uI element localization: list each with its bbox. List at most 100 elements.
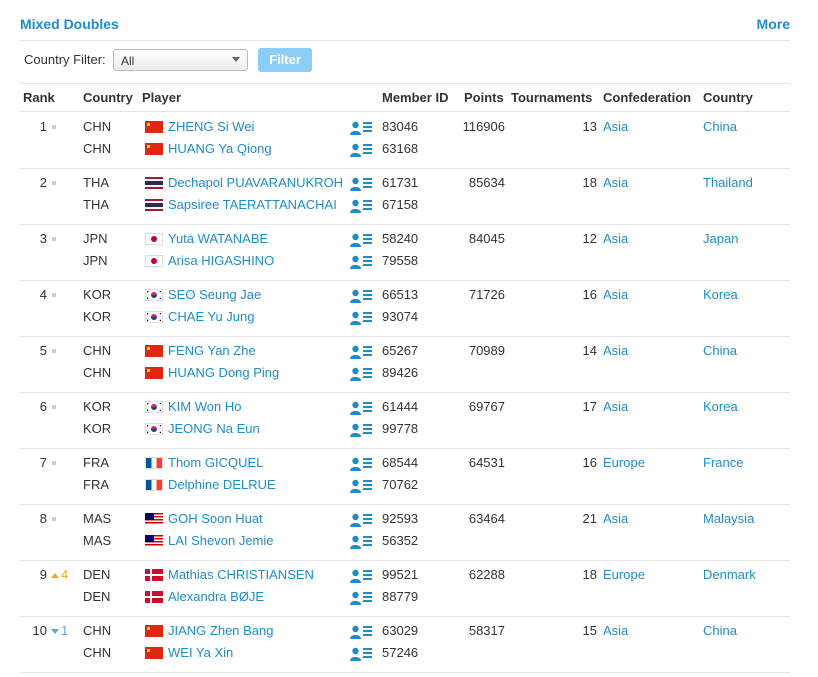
- confederation-link[interactable]: Asia: [603, 231, 628, 246]
- confederation-link[interactable]: Asia: [603, 119, 628, 134]
- filter-bar: Country Filter: All Filter: [20, 40, 790, 84]
- country-code: MAS: [83, 511, 112, 526]
- confederation-link[interactable]: Asia: [603, 287, 628, 302]
- country-link[interactable]: China: [703, 343, 737, 358]
- rank-dot-icon: [52, 349, 56, 353]
- player-name-link[interactable]: KIM Won Ho: [168, 399, 241, 414]
- points-value: 85634: [468, 175, 505, 190]
- confederation-link[interactable]: Asia: [603, 511, 628, 526]
- country-link[interactable]: France: [703, 455, 743, 470]
- player-name-link[interactable]: FENG Yan Zhe: [168, 343, 256, 358]
- filter-button[interactable]: Filter: [258, 48, 312, 72]
- player-name-link[interactable]: Arisa HIGASHINO: [168, 253, 274, 268]
- player-name-link[interactable]: HUANG Dong Ping: [168, 365, 279, 380]
- player-profile-icon[interactable]: [350, 345, 372, 359]
- player-profile-icon[interactable]: [350, 401, 372, 415]
- player-name-link[interactable]: CHAE Yu Jung: [168, 309, 254, 324]
- country-link[interactable]: Korea: [703, 399, 738, 414]
- player-profile-icon[interactable]: [350, 143, 372, 157]
- player-profile-icon[interactable]: [350, 289, 372, 303]
- rank-dot-icon: [52, 293, 56, 297]
- player-name-link[interactable]: Alexandra BØJE: [168, 589, 264, 604]
- confederation-link[interactable]: Asia: [603, 399, 628, 414]
- country-code: THA: [83, 175, 109, 190]
- rank-dot-icon: [52, 237, 56, 241]
- player-name-link[interactable]: ZHENG Si Wei: [168, 119, 254, 134]
- points-value: 70989: [468, 343, 505, 358]
- country-link[interactable]: Malaysia: [703, 511, 754, 526]
- player-name-link[interactable]: JIANG Zhen Bang: [168, 623, 274, 638]
- player-name-link[interactable]: Thom GICQUEL: [168, 455, 263, 470]
- country-code: MAS: [83, 533, 112, 548]
- player-profile-icon[interactable]: [350, 233, 372, 247]
- country-filter-select[interactable]: All: [113, 49, 248, 71]
- tournaments-value: 17: [582, 399, 597, 414]
- player-name-link[interactable]: SEO Seung Jae: [168, 287, 261, 302]
- member-id: 79558: [382, 253, 419, 268]
- table-row: 3 JPN Yuta WATANABE 58240 JPN Arisa HIGASHINO…: [20, 224, 790, 281]
- country-code: KOR: [83, 309, 112, 324]
- more-link[interactable]: More: [757, 16, 790, 32]
- country-code: THA: [83, 197, 109, 212]
- confederation-link[interactable]: Asia: [603, 343, 628, 358]
- flag-tha-icon: [145, 177, 163, 189]
- player-profile-icon[interactable]: [350, 479, 372, 493]
- rank-value: 2: [39, 175, 47, 190]
- player-name-link[interactable]: HUANG Ya Qiong: [168, 141, 272, 156]
- player-name-link[interactable]: WEI Ya Xin: [168, 645, 233, 660]
- rank-dot-icon: [52, 405, 56, 409]
- country-filter-label: Country Filter:: [24, 52, 106, 67]
- player-profile-icon[interactable]: [350, 255, 372, 269]
- player-name-link[interactable]: Delphine DELRUE: [168, 477, 276, 492]
- player-profile-icon[interactable]: [350, 423, 372, 437]
- player-name-link[interactable]: JEONG Na Eun: [168, 421, 260, 436]
- player-profile-icon[interactable]: [350, 625, 372, 639]
- player-profile-icon[interactable]: [350, 367, 372, 381]
- confederation-link[interactable]: Europe: [603, 567, 645, 582]
- country-code: CHN: [83, 623, 112, 638]
- player-profile-icon[interactable]: [350, 569, 372, 583]
- table-header: Rank Country Player Member ID Points Tou…: [20, 84, 790, 112]
- player-profile-icon[interactable]: [350, 199, 372, 213]
- rank-dot-icon: [52, 517, 56, 521]
- player-name-link[interactable]: GOH Soon Huat: [168, 511, 263, 526]
- tournaments-value: 18: [582, 567, 597, 582]
- country-link[interactable]: Thailand: [703, 175, 753, 190]
- confederation-link[interactable]: Asia: [603, 623, 628, 638]
- player-profile-icon[interactable]: [350, 591, 372, 605]
- col-country-name: Country: [703, 90, 753, 105]
- country-link[interactable]: Korea: [703, 287, 738, 302]
- table-row: 9 4 DEN Mathias CHRISTIANSEN 99521 DEN Alexand…: [20, 560, 790, 617]
- player-name-link[interactable]: Sapsiree TAERATTANACHAI: [168, 197, 337, 212]
- member-id: 63029: [382, 623, 419, 638]
- member-id: 99521: [382, 567, 419, 582]
- player-profile-icon[interactable]: [350, 535, 372, 549]
- country-link[interactable]: Japan: [703, 231, 738, 246]
- player-profile-icon[interactable]: [350, 177, 372, 191]
- chevron-down-icon: [232, 57, 240, 62]
- tournaments-value: 16: [582, 287, 597, 302]
- player-profile-icon[interactable]: [350, 311, 372, 325]
- player-name-link[interactable]: LAI Shevon Jemie: [168, 533, 274, 548]
- confederation-link[interactable]: Asia: [603, 175, 628, 190]
- player-name-link[interactable]: Mathias CHRISTIANSEN: [168, 567, 314, 582]
- player-profile-icon[interactable]: [350, 513, 372, 527]
- rank-down-icon: [51, 629, 59, 634]
- confederation-link[interactable]: Europe: [603, 455, 645, 470]
- country-link[interactable]: China: [703, 119, 737, 134]
- country-link[interactable]: China: [703, 623, 737, 638]
- flag-tha-icon: [145, 199, 163, 211]
- flag-chn-icon: [145, 367, 163, 379]
- player-profile-icon[interactable]: [350, 647, 372, 661]
- member-id: 58240: [382, 231, 419, 246]
- section-title[interactable]: Mixed Doubles: [20, 16, 119, 32]
- player-name-link[interactable]: Dechapol PUAVARANUKROH: [168, 175, 343, 190]
- member-id: 61444: [382, 399, 419, 414]
- points-value: 58317: [468, 623, 505, 638]
- country-link[interactable]: Denmark: [703, 567, 756, 582]
- player-name-link[interactable]: Yuta WATANABE: [168, 231, 268, 246]
- rank-dot-icon: [52, 125, 56, 129]
- rank-dot-icon: [52, 181, 56, 185]
- player-profile-icon[interactable]: [350, 121, 372, 135]
- player-profile-icon[interactable]: [350, 457, 372, 471]
